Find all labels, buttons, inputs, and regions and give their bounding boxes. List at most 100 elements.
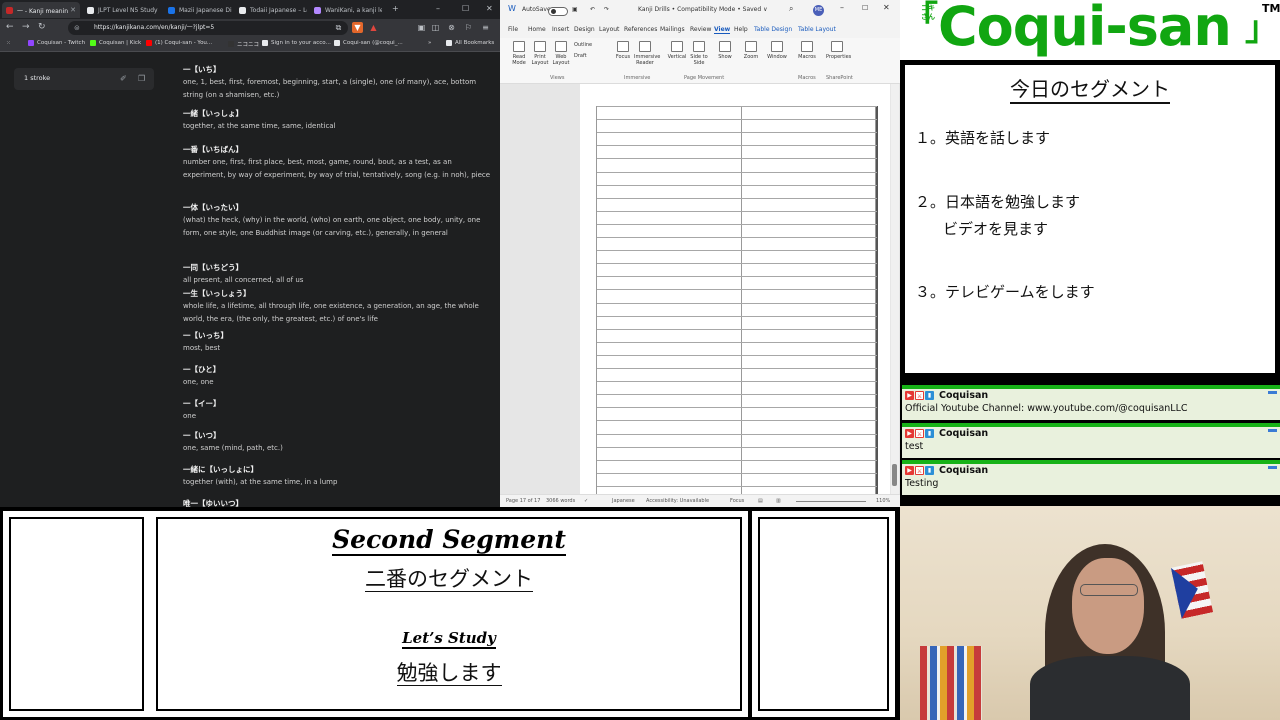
- status-focus[interactable]: Focus: [730, 498, 744, 504]
- search-icon[interactable]: ⌕: [789, 4, 793, 14]
- tab-close-icon[interactable]: ✕: [70, 6, 76, 14]
- bookmark-item[interactable]: Coquisan | Kick: [90, 40, 141, 46]
- forward-icon[interactable]: →: [22, 22, 30, 32]
- reload-icon[interactable]: ↻: [38, 22, 46, 32]
- maximize-icon[interactable]: ☐: [862, 4, 868, 12]
- kanji-entry[interactable]: 一同【いちどう】 all present, all concerned, all …: [183, 262, 491, 287]
- entry-word[interactable]: 一【イー】: [183, 398, 491, 410]
- browser-tab[interactable]: 一 - Kanji meanin ✕: [2, 2, 80, 18]
- back-icon[interactable]: ←: [6, 22, 14, 32]
- kanji-entry[interactable]: 一番【いちばん】 number one, first, first place, …: [183, 144, 491, 182]
- bookmark-item[interactable]: Sign in to your acco...: [262, 40, 331, 46]
- ribbon-tab-table-layout[interactable]: Table Layout: [798, 26, 836, 33]
- read-mode-button[interactable]: Read Mode: [508, 41, 530, 66]
- browser-tab[interactable]: JLPT Level N5 Study: [83, 2, 161, 18]
- kanji-entry[interactable]: 一【イー】 one: [183, 398, 491, 423]
- macros-button[interactable]: Macros: [796, 41, 818, 60]
- draft-button[interactable]: Draft: [574, 53, 587, 59]
- minimize-icon[interactable]: –: [840, 3, 844, 12]
- outline-button[interactable]: Outline: [574, 42, 592, 48]
- close-icon[interactable]: ✕: [883, 3, 890, 12]
- bookmark-item[interactable]: Coquisan - Twitch: [28, 40, 85, 46]
- side-to-side-button[interactable]: Side to Side: [688, 41, 710, 66]
- apps-icon[interactable]: ⁙: [6, 40, 11, 46]
- kanji-entry[interactable]: 一【いっち】 most, best: [183, 330, 491, 355]
- document-page[interactable]: [580, 84, 890, 494]
- ribbon-tab-insert[interactable]: Insert: [552, 26, 569, 33]
- print-layout-icon[interactable]: ▤: [758, 498, 763, 504]
- web-layout-icon[interactable]: ▥: [776, 498, 781, 504]
- ribbon-tab-design[interactable]: Design: [574, 26, 595, 33]
- entry-word[interactable]: 一生【いっしょう】: [183, 288, 491, 300]
- browser-tab[interactable]: Mazii Japanese Dicti: [164, 2, 232, 18]
- rewards-icon[interactable]: ▲: [368, 22, 379, 33]
- entry-word[interactable]: 一同【いちどう】: [183, 262, 491, 274]
- copy-icon[interactable]: ❐: [138, 74, 145, 83]
- ribbon-tab-view[interactable]: View: [714, 26, 731, 34]
- status-language[interactable]: Japanese: [612, 498, 635, 504]
- show-button[interactable]: Show: [714, 41, 736, 60]
- vpn-icon[interactable]: ⊗: [446, 22, 457, 33]
- focus-button[interactable]: Focus: [612, 41, 634, 60]
- kanji-entry[interactable]: 一【ひと】 one, one: [183, 364, 491, 389]
- kanji-entry[interactable]: 一【いつ】 one, same (mind, path, etc.): [183, 430, 491, 455]
- browser-tab[interactable]: WaniKani, a kanji lea: [310, 2, 382, 18]
- new-tab-icon[interactable]: +: [392, 4, 399, 13]
- ribbon-tab-file[interactable]: File: [508, 26, 518, 33]
- entry-word[interactable]: 一体【いったい】: [183, 202, 491, 214]
- document-table[interactable]: [596, 106, 878, 494]
- web-layout-button[interactable]: Web Layout: [550, 41, 572, 66]
- immersive-reader-button[interactable]: Immersive Reader: [634, 41, 660, 66]
- kanji-entry[interactable]: 一緒に【いっしょに】 together (with), at the same t…: [183, 464, 491, 489]
- menu-icon[interactable]: ≡: [480, 22, 491, 33]
- undo-icon[interactable]: ↶: [590, 6, 595, 13]
- zoom-slider[interactable]: [796, 501, 866, 502]
- ribbon-tab-mailings[interactable]: Mailings: [660, 26, 685, 33]
- kanji-entry[interactable]: 一【いち】 one, 1, best, first, foremost, begi…: [183, 64, 491, 102]
- bookmark-item[interactable]: Coqui-san (@coqui_...: [334, 40, 403, 46]
- ribbon-tab-references[interactable]: References: [624, 26, 657, 33]
- document-title[interactable]: Kanji Drills • Compatibility Mode • Save…: [638, 6, 767, 13]
- status-page[interactable]: Page 17 of 17: [506, 498, 540, 504]
- entry-word[interactable]: 一【いつ】: [183, 430, 491, 442]
- status-words[interactable]: 3066 words: [546, 498, 575, 504]
- browser-tab[interactable]: Todaii Japanese – Le: [235, 2, 307, 18]
- kanji-entry[interactable]: 一生【いっしょう】 whole life, a lifetime, all thr…: [183, 288, 491, 326]
- kanji-entry[interactable]: 一緒【いっしょ】 together, at the same time, same…: [183, 108, 491, 133]
- kanji-entry[interactable]: 唯一【ゆいいつ】: [183, 498, 491, 507]
- scrollbar-thumb[interactable]: [892, 464, 897, 486]
- save-icon[interactable]: ▣: [572, 6, 578, 13]
- status-zoom[interactable]: 110%: [876, 498, 890, 504]
- status-accessibility[interactable]: Accessibility: Unavailable: [646, 498, 709, 504]
- zoom-button[interactable]: Zoom: [740, 41, 762, 60]
- ribbon-tab-home[interactable]: Home: [528, 26, 546, 33]
- entry-word[interactable]: 一【ひと】: [183, 364, 491, 376]
- more-bookmarks-icon[interactable]: »: [428, 40, 431, 46]
- proofing-icon[interactable]: ✓: [584, 498, 588, 504]
- stroke-animate-icon[interactable]: ✐: [120, 74, 127, 83]
- close-icon[interactable]: ✕: [486, 4, 493, 13]
- window-button[interactable]: Window: [766, 41, 788, 60]
- url-input[interactable]: ⊜ https://kanjikana.com/en/kanji/一?jlpt=…: [68, 21, 348, 35]
- entry-word[interactable]: 一【いち】: [183, 64, 491, 76]
- minimize-icon[interactable]: –: [436, 4, 440, 13]
- bookmark-item[interactable]: All Bookmarks: [446, 40, 494, 46]
- ribbon-tab-table-design[interactable]: Table Design: [754, 26, 792, 33]
- print-layout-button[interactable]: Print Layout: [529, 41, 551, 66]
- properties-button[interactable]: Properties: [826, 41, 851, 60]
- bookmark-item[interactable]: ニコニコ: [228, 40, 259, 48]
- entry-word[interactable]: 一緒【いっしょ】: [183, 108, 491, 120]
- vertical-button[interactable]: Vertical: [666, 41, 688, 60]
- entry-word[interactable]: 一【いっち】: [183, 330, 491, 342]
- brave-shield-icon[interactable]: ▼: [352, 22, 363, 33]
- sidebar-icon[interactable]: ▣: [416, 22, 427, 33]
- ribbon-tab-layout[interactable]: Layout: [599, 26, 619, 33]
- entry-word[interactable]: 一番【いちばん】: [183, 144, 491, 156]
- ribbon-tab-review[interactable]: Review: [690, 26, 711, 33]
- document-scrollbar[interactable]: [891, 84, 899, 494]
- entry-word[interactable]: 一緒に【いっしょに】: [183, 464, 491, 476]
- redo-icon[interactable]: ↷: [604, 6, 609, 13]
- wallet-icon[interactable]: ◫: [430, 22, 441, 33]
- ribbon-tab-help[interactable]: Help: [734, 26, 748, 33]
- maximize-icon[interactable]: ☐: [462, 4, 469, 13]
